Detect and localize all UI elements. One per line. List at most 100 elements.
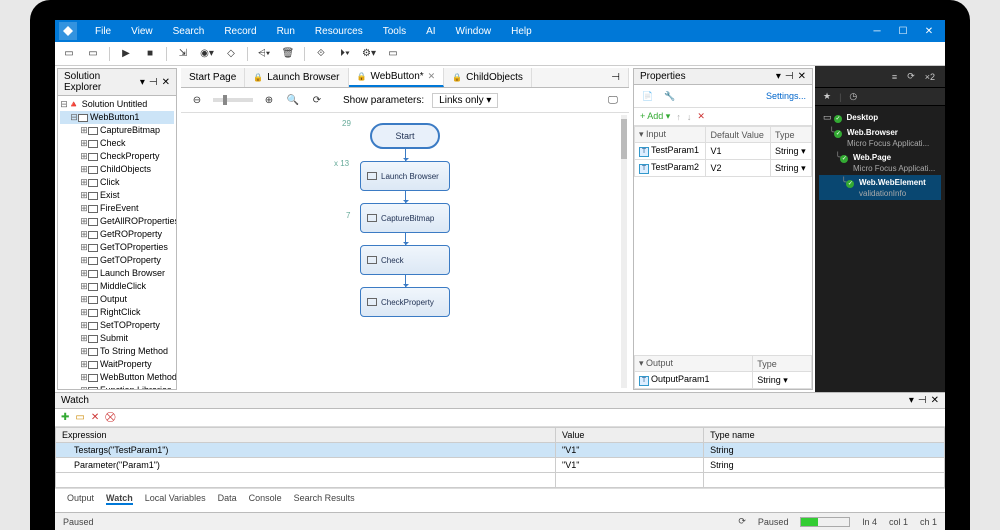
window-icon[interactable]: ▭ <box>385 46 401 62</box>
menu-run[interactable]: Run <box>267 26 305 37</box>
dropdown-icon[interactable]: ▾ <box>140 77 145 88</box>
bottom-tab[interactable]: Watch <box>106 493 133 505</box>
solution-tree[interactable]: ⊟🔺 Solution Untitled ⊟WebButton1 ⊞Captur… <box>58 96 176 389</box>
tree-item[interactable]: ⊞RightClick <box>60 306 174 319</box>
bottom-tab[interactable]: Data <box>218 493 237 505</box>
zoom-in-icon[interactable]: 🔍 <box>285 92 301 108</box>
settings-link[interactable]: Settings... <box>766 91 806 101</box>
object-node[interactable]: ╰✓ Web.BrowserMicro Focus Applicati... <box>819 125 941 150</box>
spy-icon[interactable]: ◇ <box>223 46 239 62</box>
stop-icon[interactable]: ■ <box>142 46 158 62</box>
star-icon[interactable]: ★ <box>823 91 831 102</box>
prop-wrench-icon[interactable]: 🔧 <box>662 88 678 104</box>
dropdown-icon[interactable]: ▾ <box>909 395 914 406</box>
refresh-icon[interactable]: ⟳ <box>309 92 325 108</box>
tree-item[interactable]: ⊞GetTOProperty <box>60 254 174 267</box>
tree-item[interactable]: ⊞To String Method <box>60 345 174 358</box>
editor-tab[interactable]: 🔒WebButton* ✕ <box>349 68 445 87</box>
delete-icon[interactable]: 🗑 <box>280 46 296 62</box>
record-icon[interactable]: ◉▾ <box>199 46 215 62</box>
tree-item[interactable]: ⊞WebButton Methods <box>60 371 174 384</box>
delete-all-watch-icon[interactable]: ⛒ <box>105 412 115 423</box>
edit-watch-icon[interactable]: ▭ <box>75 412 84 423</box>
menu-window[interactable]: Window <box>446 26 502 37</box>
output-params-table[interactable]: ▾ OutputType TOutputParam1String ▾ <box>634 355 812 389</box>
tree-item[interactable]: ⊞Exist <box>60 189 174 202</box>
flow-start-node[interactable]: Start <box>370 123 440 149</box>
object-node[interactable]: ╰✓ Web.PageMicro Focus Applicati... <box>819 150 941 175</box>
flow-step[interactable]: Launch Browser <box>360 161 450 191</box>
zoom-out-icon[interactable]: ⊖ <box>189 92 205 108</box>
tree-item[interactable]: ⊞Submit <box>60 332 174 345</box>
close-button[interactable]: ✕ <box>917 22 941 40</box>
menu-view[interactable]: View <box>121 26 163 37</box>
menu-icon[interactable]: ≡ <box>892 72 897 82</box>
object-node[interactable]: ╰✓ Web.WebElementvalidationInfo <box>819 175 941 200</box>
close-panel-icon[interactable]: ✕ <box>798 71 806 82</box>
pin-icon[interactable]: ⊣ <box>149 77 158 88</box>
tree-item[interactable]: ⊞CheckProperty <box>60 150 174 163</box>
menu-help[interactable]: Help <box>501 26 542 37</box>
menu-ai[interactable]: AI <box>416 26 445 37</box>
prop-icon[interactable]: 📄 <box>640 88 656 104</box>
zoom-fit-icon[interactable]: ⊕ <box>261 92 277 108</box>
pin-icon[interactable]: ⊣ <box>785 71 794 82</box>
tree-item[interactable]: ⊞MiddleClick <box>60 280 174 293</box>
tree-item[interactable]: ⊞Function Libraries <box>60 384 174 389</box>
pin-icon[interactable]: ⊣ <box>603 68 629 87</box>
clock-icon[interactable]: ◷ <box>849 91 857 102</box>
settings-icon[interactable]: ⚙▾ <box>361 46 377 62</box>
menu-search[interactable]: Search <box>163 26 215 37</box>
debug-icon[interactable]: ⟐ <box>313 46 329 62</box>
flow-step[interactable]: Check <box>360 245 450 275</box>
delete-watch-icon[interactable]: ✕ <box>91 412 99 423</box>
close-panel-icon[interactable]: ✕ <box>931 395 939 406</box>
tree-item[interactable]: ⊞Check <box>60 137 174 150</box>
object-node[interactable]: ▭ ✓ Desktop <box>819 110 941 125</box>
bottom-tab[interactable]: Local Variables <box>145 493 206 505</box>
minimize-button[interactable]: ─ <box>865 22 889 40</box>
params-filter-dropdown[interactable]: Links only ▾ <box>432 93 498 108</box>
editor-tab[interactable]: 🔒ChildObjects <box>444 68 532 87</box>
bottom-tab[interactable]: Search Results <box>294 493 355 505</box>
run-icon[interactable]: ▶ <box>118 46 134 62</box>
menu-resources[interactable]: Resources <box>305 26 373 37</box>
dropdown-icon[interactable]: ▾ <box>776 71 781 82</box>
menu-record[interactable]: Record <box>214 26 266 37</box>
sync-icon[interactable]: ⟳ <box>738 516 746 527</box>
input-params-table[interactable]: ▾ InputDefault ValueType TTestParam1V1St… <box>634 126 812 177</box>
tree-item[interactable]: ⊞Click <box>60 176 174 189</box>
capture-icon[interactable]: ⟳ <box>907 71 915 82</box>
new-icon[interactable]: ▭ <box>61 46 77 62</box>
flow-step[interactable]: CaptureBitmap <box>360 203 450 233</box>
flow-canvas[interactable]: 29 Start x 13 Launch Browser 7 CaptureBi… <box>181 113 629 390</box>
close-panel-icon[interactable]: ✕ <box>162 77 170 88</box>
open-icon[interactable]: ▭ <box>85 46 101 62</box>
toolbox-icon[interactable]: ⩤▾ <box>256 46 272 62</box>
tree-item[interactable]: ⊞ChildObjects <box>60 163 174 176</box>
move-up-icon[interactable]: ↑ <box>676 112 681 122</box>
pin-icon[interactable]: ⊣ <box>918 395 927 406</box>
tree-item[interactable]: ⊞GetROProperty <box>60 228 174 241</box>
object-tree[interactable]: ▭ ✓ Desktop╰✓ Web.BrowserMicro Focus App… <box>815 106 945 204</box>
bottom-tab[interactable]: Console <box>249 493 282 505</box>
tree-item[interactable]: ⊞GetTOProperties <box>60 241 174 254</box>
editor-tab[interactable]: 🔒Launch Browser <box>245 68 348 87</box>
flow-step[interactable]: CheckProperty <box>360 287 450 317</box>
menu-tools[interactable]: Tools <box>373 26 416 37</box>
scrollbar[interactable] <box>621 115 627 388</box>
screen-icon[interactable]: 🖵 <box>605 92 621 108</box>
tree-item[interactable]: ⊞CaptureBitmap <box>60 124 174 137</box>
menu-file[interactable]: File <box>85 26 121 37</box>
step-into-icon[interactable]: ⇲ <box>175 46 191 62</box>
tree-item[interactable]: ⊞GetAllROProperties <box>60 215 174 228</box>
tree-item[interactable]: ⊞Output <box>60 293 174 306</box>
add-param-button[interactable]: + Add ▾ <box>640 111 670 122</box>
zoom-slider[interactable] <box>213 98 253 102</box>
tree-item[interactable]: ⊞FireEvent <box>60 202 174 215</box>
move-down-icon[interactable]: ↓ <box>687 112 692 122</box>
add-watch-icon[interactable]: ✚ <box>61 412 69 423</box>
maximize-button[interactable]: ☐ <box>891 22 915 40</box>
tree-item[interactable]: ⊞WaitProperty <box>60 358 174 371</box>
tree-item[interactable]: ⊞SetTOProperty <box>60 319 174 332</box>
